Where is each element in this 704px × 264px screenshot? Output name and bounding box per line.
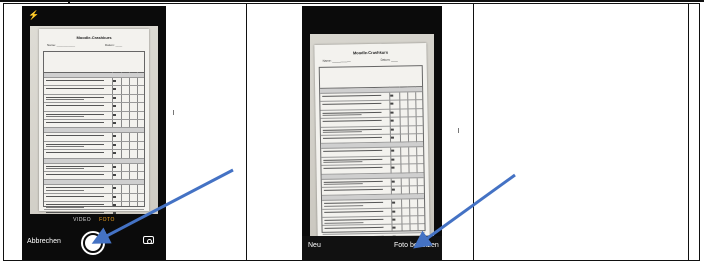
annotation-arrows [91,168,516,249]
arrow-to-shutter [91,168,234,244]
arrow-to-use-photo [413,173,516,249]
